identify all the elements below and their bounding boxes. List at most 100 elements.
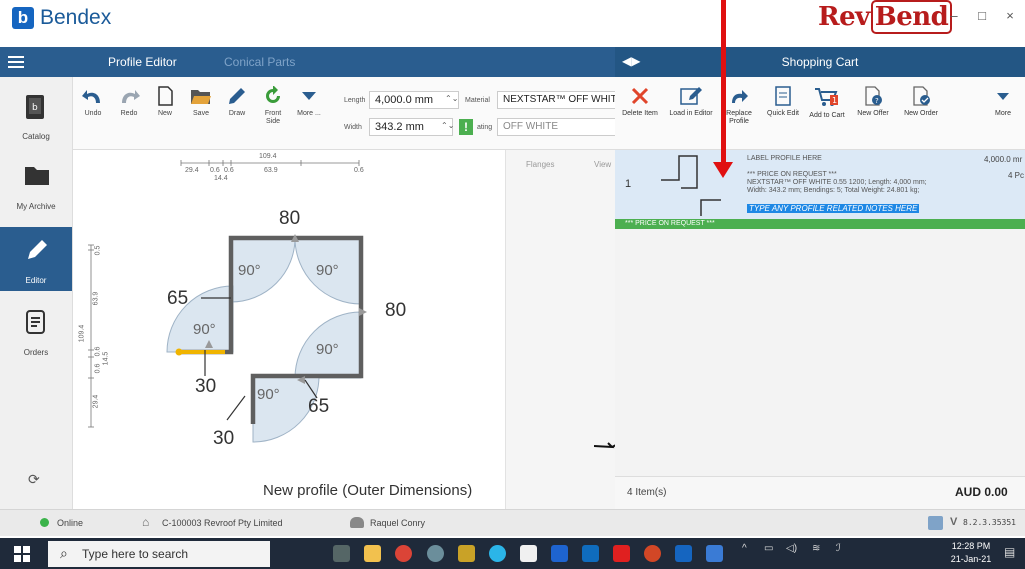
sidebar-item-my-archive[interactable]: My Archive (0, 153, 72, 217)
segment-label-left: 65 (167, 288, 189, 309)
version-icon: V (950, 516, 958, 528)
tab-conical-parts[interactable]: Conical Parts (224, 55, 295, 69)
cart-add-icon: 1 (815, 88, 838, 106)
rotate-icon (266, 86, 280, 103)
redo-button[interactable]: Redo (113, 82, 145, 142)
outlook-icon[interactable] (582, 545, 599, 562)
chrome-icon[interactable] (395, 545, 412, 562)
cart-more-button[interactable]: More (987, 82, 1019, 142)
customer-name[interactable]: C-100003 Revroof Pty Limited (162, 518, 283, 528)
teams-icon[interactable] (551, 545, 568, 562)
taskbar-search-input[interactable]: ⌕ Type here to search (48, 541, 270, 567)
svg-text:?: ? (875, 97, 879, 105)
coating-label: ating (477, 124, 493, 131)
material-label: Material (465, 97, 490, 104)
sidebar-item-editor[interactable]: Editor (0, 227, 72, 291)
tab-profile-editor[interactable]: Profile Editor (108, 55, 177, 69)
task-view-icon[interactable] (333, 545, 350, 562)
delete-x-icon (631, 87, 649, 105)
new-offer-icon: ? (865, 86, 882, 106)
cart-item[interactable]: 1 LABEL PROFILE HERE *** PRICE ON REQUES… (615, 150, 1025, 219)
editor-toolbar: Undo Redo New Save Draw Front Side More … (73, 77, 615, 150)
refresh-icon[interactable]: ⟳ (28, 471, 40, 488)
bendex-taskbar-icon[interactable] (675, 545, 692, 562)
pencil-icon (28, 240, 47, 259)
cart-item-spec-1: NEXTSTAR™ OFF WHITE 0.55 1200; Length: 4… (747, 179, 927, 186)
dim-left-5: 14.5 (102, 351, 110, 366)
chat-icon[interactable] (928, 516, 943, 530)
dim-left-2: 63.9 (92, 291, 100, 306)
add-to-cart-button[interactable]: 1 Add to Cart (807, 82, 847, 142)
load-in-editor-button[interactable]: Load in Editor (667, 82, 715, 142)
home-icon[interactable]: ⌂ (142, 515, 149, 529)
online-status-icon (40, 518, 49, 527)
new-button[interactable]: New (149, 82, 181, 142)
profile-drawing-canvas[interactable]: 109.4 29.4 0.6 0.6 63.9 0.6 14.4 109.4 0… (73, 150, 505, 509)
clock-time[interactable]: 12:28 PM (948, 541, 994, 551)
brand-left: Rev (818, 2, 870, 32)
front-side-button[interactable]: Front Side (257, 82, 289, 142)
delete-item-button[interactable]: Delete Item (617, 82, 663, 142)
cart-item-notes-field[interactable]: TYPE ANY PROFILE RELATED NOTES HERE (747, 204, 920, 213)
battery-icon[interactable]: ▭ (764, 543, 773, 554)
cart-more-label: More (995, 110, 1011, 117)
close-button[interactable]: × (1000, 8, 1020, 23)
edge-icon[interactable] (489, 545, 506, 562)
sidebar-item-catalog[interactable]: b Catalog (0, 83, 72, 147)
acrobat-icon[interactable] (613, 545, 630, 562)
length-stepper-icon[interactable]: ⌃⌄ (445, 94, 458, 103)
windows-start-icon[interactable] (14, 546, 30, 562)
cart-item-pieces: 4 Pc (1008, 171, 1025, 180)
quick-edit-button[interactable]: Quick Edit (763, 82, 803, 142)
segment-label-bottom-right: 65 (308, 396, 330, 417)
dim-left-6: 29.4 (92, 394, 100, 409)
dim-top-2: 0.6 (210, 167, 220, 174)
width-label: Width (344, 124, 362, 131)
notification-icon[interactable]: ▤ (1004, 545, 1015, 559)
pen-icon[interactable]: ℐ (836, 543, 841, 554)
minimize-button[interactable]: – (944, 8, 964, 23)
new-order-button[interactable]: New Order (899, 82, 943, 142)
volume-icon[interactable]: ◁) (786, 543, 797, 554)
new-offer-button[interactable]: ? New Offer (851, 82, 895, 142)
bendex-logo-icon: b (12, 7, 34, 29)
undo-button[interactable]: Undo (77, 82, 109, 142)
maximize-button[interactable]: □ (972, 8, 992, 23)
browser-icon[interactable] (427, 545, 444, 562)
quick-edit-label: Quick Edit (767, 110, 799, 117)
user-name[interactable]: Raquel Conry (370, 518, 425, 528)
draw-button[interactable]: Draw (221, 82, 253, 142)
cart-item-spec-2: Width: 343.2 mm; Bendings: 5; Total Weig… (747, 187, 920, 194)
tab-flanges[interactable]: Flanges (526, 160, 554, 169)
menu-icon[interactable] (8, 53, 24, 71)
material-field[interactable]: NEXTSTAR™ OFF WHITE (497, 91, 615, 109)
tab-view[interactable]: View (594, 160, 611, 169)
chevron-down-icon (997, 93, 1009, 100)
dim-left-4: 0.6 (94, 363, 102, 374)
store-icon[interactable] (520, 545, 537, 562)
coating-field[interactable]: OFF WHITE (497, 118, 615, 136)
warning-icon[interactable]: ! (459, 119, 473, 135)
folder-icon (25, 167, 49, 185)
dim-top-4: 63.9 (264, 167, 278, 174)
width-stepper-icon[interactable]: ⌃⌄ (441, 121, 454, 130)
brand-right: Bend (870, 0, 953, 34)
tray-chevron-icon[interactable]: ^ (742, 543, 747, 554)
app-icon[interactable] (458, 545, 475, 562)
more-button[interactable]: More ... (293, 82, 325, 142)
front-side-label: Front Side (264, 110, 282, 125)
clock-date[interactable]: 21-Jan-21 (948, 554, 994, 564)
file-explorer-icon[interactable] (364, 545, 381, 562)
save-button[interactable]: Save (185, 82, 217, 142)
sidebar-item-orders[interactable]: Orders (0, 299, 72, 363)
remote-desktop-icon[interactable] (706, 545, 723, 562)
wifi-icon[interactable]: ≋ (812, 543, 820, 554)
app-name: Bendex (40, 6, 112, 29)
new-order-icon (913, 86, 930, 106)
powerpoint-icon[interactable] (644, 545, 661, 562)
cart-header-bar: ◀▶ Shopping Cart (615, 47, 1025, 77)
annotation-arrow-shaft (721, 0, 726, 166)
undo-label: Undo (84, 110, 102, 117)
revbend-logo: Rev Bend (818, 0, 953, 34)
sidebar-label-my-archive: My Archive (16, 202, 56, 211)
